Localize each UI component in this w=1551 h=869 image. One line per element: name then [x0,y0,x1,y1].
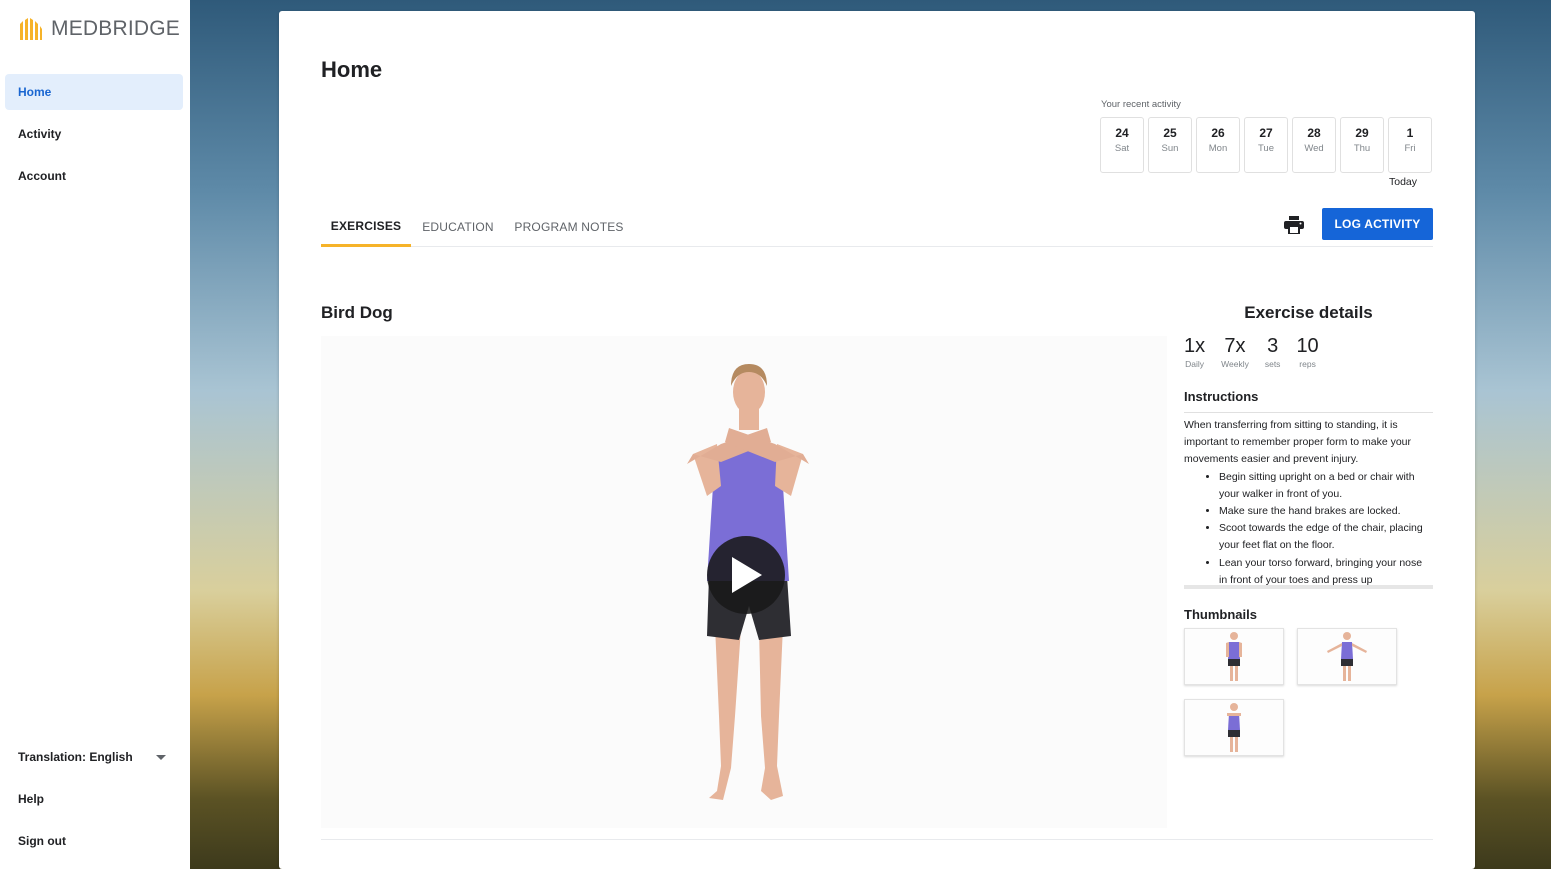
sign-out-label: Sign out [18,834,66,848]
instructions-text[interactable]: When transferring from sitting to standi… [1184,413,1433,589]
tab-education[interactable]: EDUCATION [419,207,497,247]
stat-label: reps [1299,359,1316,369]
sidebar-item-home[interactable]: Home [5,74,183,110]
day-number: 25 [1163,126,1177,140]
thumbnail-image [1227,702,1241,752]
medbridge-logo-icon [20,18,42,40]
translation-select[interactable]: Translation: English [18,736,168,778]
exercise-details-panel: Exercise details 1x Daily 7x Weekly 3 se… [1184,303,1433,770]
thumbnail[interactable] [1184,699,1284,756]
day-name: Mon [1208,143,1228,154]
stat-value: 7x [1224,335,1246,357]
day-card[interactable]: 27 Tue [1244,117,1288,173]
instructions-title: Instructions [1184,389,1433,413]
play-button[interactable] [707,536,785,614]
day-number: 28 [1307,126,1321,140]
page-title: Home [321,57,383,82]
stat-label: sets [1264,359,1281,369]
stat-label: Weekly [1221,359,1249,369]
thumbnail[interactable] [1184,628,1284,685]
sidebar-item-label: Home [18,85,52,99]
day-name: Sat [1114,143,1130,154]
divider [321,839,1433,840]
today-label: Today [1389,176,1418,188]
thumbnail[interactable] [1297,628,1397,685]
exercise-details-title: Exercise details [1244,303,1373,322]
chevron-down-icon [156,754,166,760]
sidebar: MEDBRIDGE Home Activity Account Translat… [0,0,190,869]
tab-label: EXERCISES [330,218,402,233]
day-name: Thu [1353,143,1371,154]
instruction-step: Begin sitting upright on a bed or chair … [1219,469,1433,503]
day-name: Sun [1161,143,1179,154]
sidebar-item-activity[interactable]: Activity [5,116,183,152]
day-card[interactable]: 24 Sat [1100,117,1144,173]
sidebar-item-account[interactable]: Account [5,158,183,194]
print-button[interactable] [1283,214,1305,236]
tab-label: EDUCATION [422,220,494,234]
sign-out-link[interactable]: Sign out [18,820,168,862]
day-number: 29 [1355,126,1369,140]
tab-program-notes[interactable]: PROGRAM NOTES [513,207,625,247]
day-card[interactable]: 29 Thu [1340,117,1384,173]
tab-bar: EXERCISES EDUCATION PROGRAM NOTES [321,207,1433,247]
stat-reps: 10 reps [1296,335,1318,369]
day-card[interactable]: 25 Sun [1148,117,1192,173]
exercise-title: Bird Dog [321,303,393,322]
thumbnail-image [1226,631,1242,681]
recent-activity-days: 24 Sat 25 Sun 26 Mon 27 Tue 28 Wed 29 Th… [1100,117,1436,173]
day-number: 24 [1115,126,1129,140]
stat-label: Daily [1185,359,1205,369]
day-number: 27 [1259,126,1273,140]
help-link[interactable]: Help [18,778,168,820]
tab-label: PROGRAM NOTES [514,220,624,234]
tab-exercises[interactable]: EXERCISES [321,207,411,247]
day-card-today[interactable]: 1 Fri [1388,117,1432,173]
thumbnail-image [1327,631,1367,681]
sidebar-item-label: Activity [18,127,62,141]
day-card[interactable]: 26 Mon [1196,117,1240,173]
help-label: Help [18,792,45,806]
day-number: 26 [1211,126,1225,140]
exercise-video[interactable] [321,336,1167,828]
thumbnails-title: Thumbnails [1184,607,1257,622]
recent-activity-label: Your recent activity [1101,99,1181,110]
stat-sets: 3 sets [1265,335,1281,369]
exercise-stats: 1x Daily 7x Weekly 3 sets 10 reps [1184,335,1433,369]
log-activity-button[interactable]: LOG ACTIVITY [1322,208,1433,240]
day-name: Wed [1304,143,1324,154]
brand-name: MEDBRIDGE [51,16,180,40]
thumbnails-grid [1184,628,1410,770]
day-number: 1 [1406,126,1414,140]
stat-daily: 1x Daily [1184,335,1205,369]
instructions-intro: When transferring from sitting to standi… [1184,419,1412,466]
instructions-steps: Begin sitting upright on a bed or chair … [1219,469,1433,585]
play-icon [732,557,762,593]
stat-value: 10 [1296,335,1319,357]
sidebar-item-label: Account [18,169,66,183]
day-name: Tue [1257,143,1275,154]
day-card[interactable]: 28 Wed [1292,117,1336,173]
sidebar-nav: Home Activity Account [5,74,183,200]
day-name: Fri [1404,143,1416,154]
stat-value: 1x [1184,335,1206,357]
instruction-step: Lean your torso forward, bringing your n… [1219,555,1433,585]
printer-icon [1284,216,1304,234]
stat-weekly: 7x Weekly [1221,335,1249,369]
stat-value: 3 [1267,335,1279,357]
sidebar-footer: Translation: English Help Sign out [18,736,168,862]
medbridge-logo[interactable]: MEDBRIDGE [18,16,180,41]
main-card: Home Your recent activity 24 Sat 25 Sun … [279,11,1475,869]
instruction-step: Scoot towards the edge of the chair, pla… [1219,520,1433,554]
translation-label: Translation: English [18,750,133,764]
instruction-step: Make sure the hand brakes are locked. [1219,503,1433,520]
